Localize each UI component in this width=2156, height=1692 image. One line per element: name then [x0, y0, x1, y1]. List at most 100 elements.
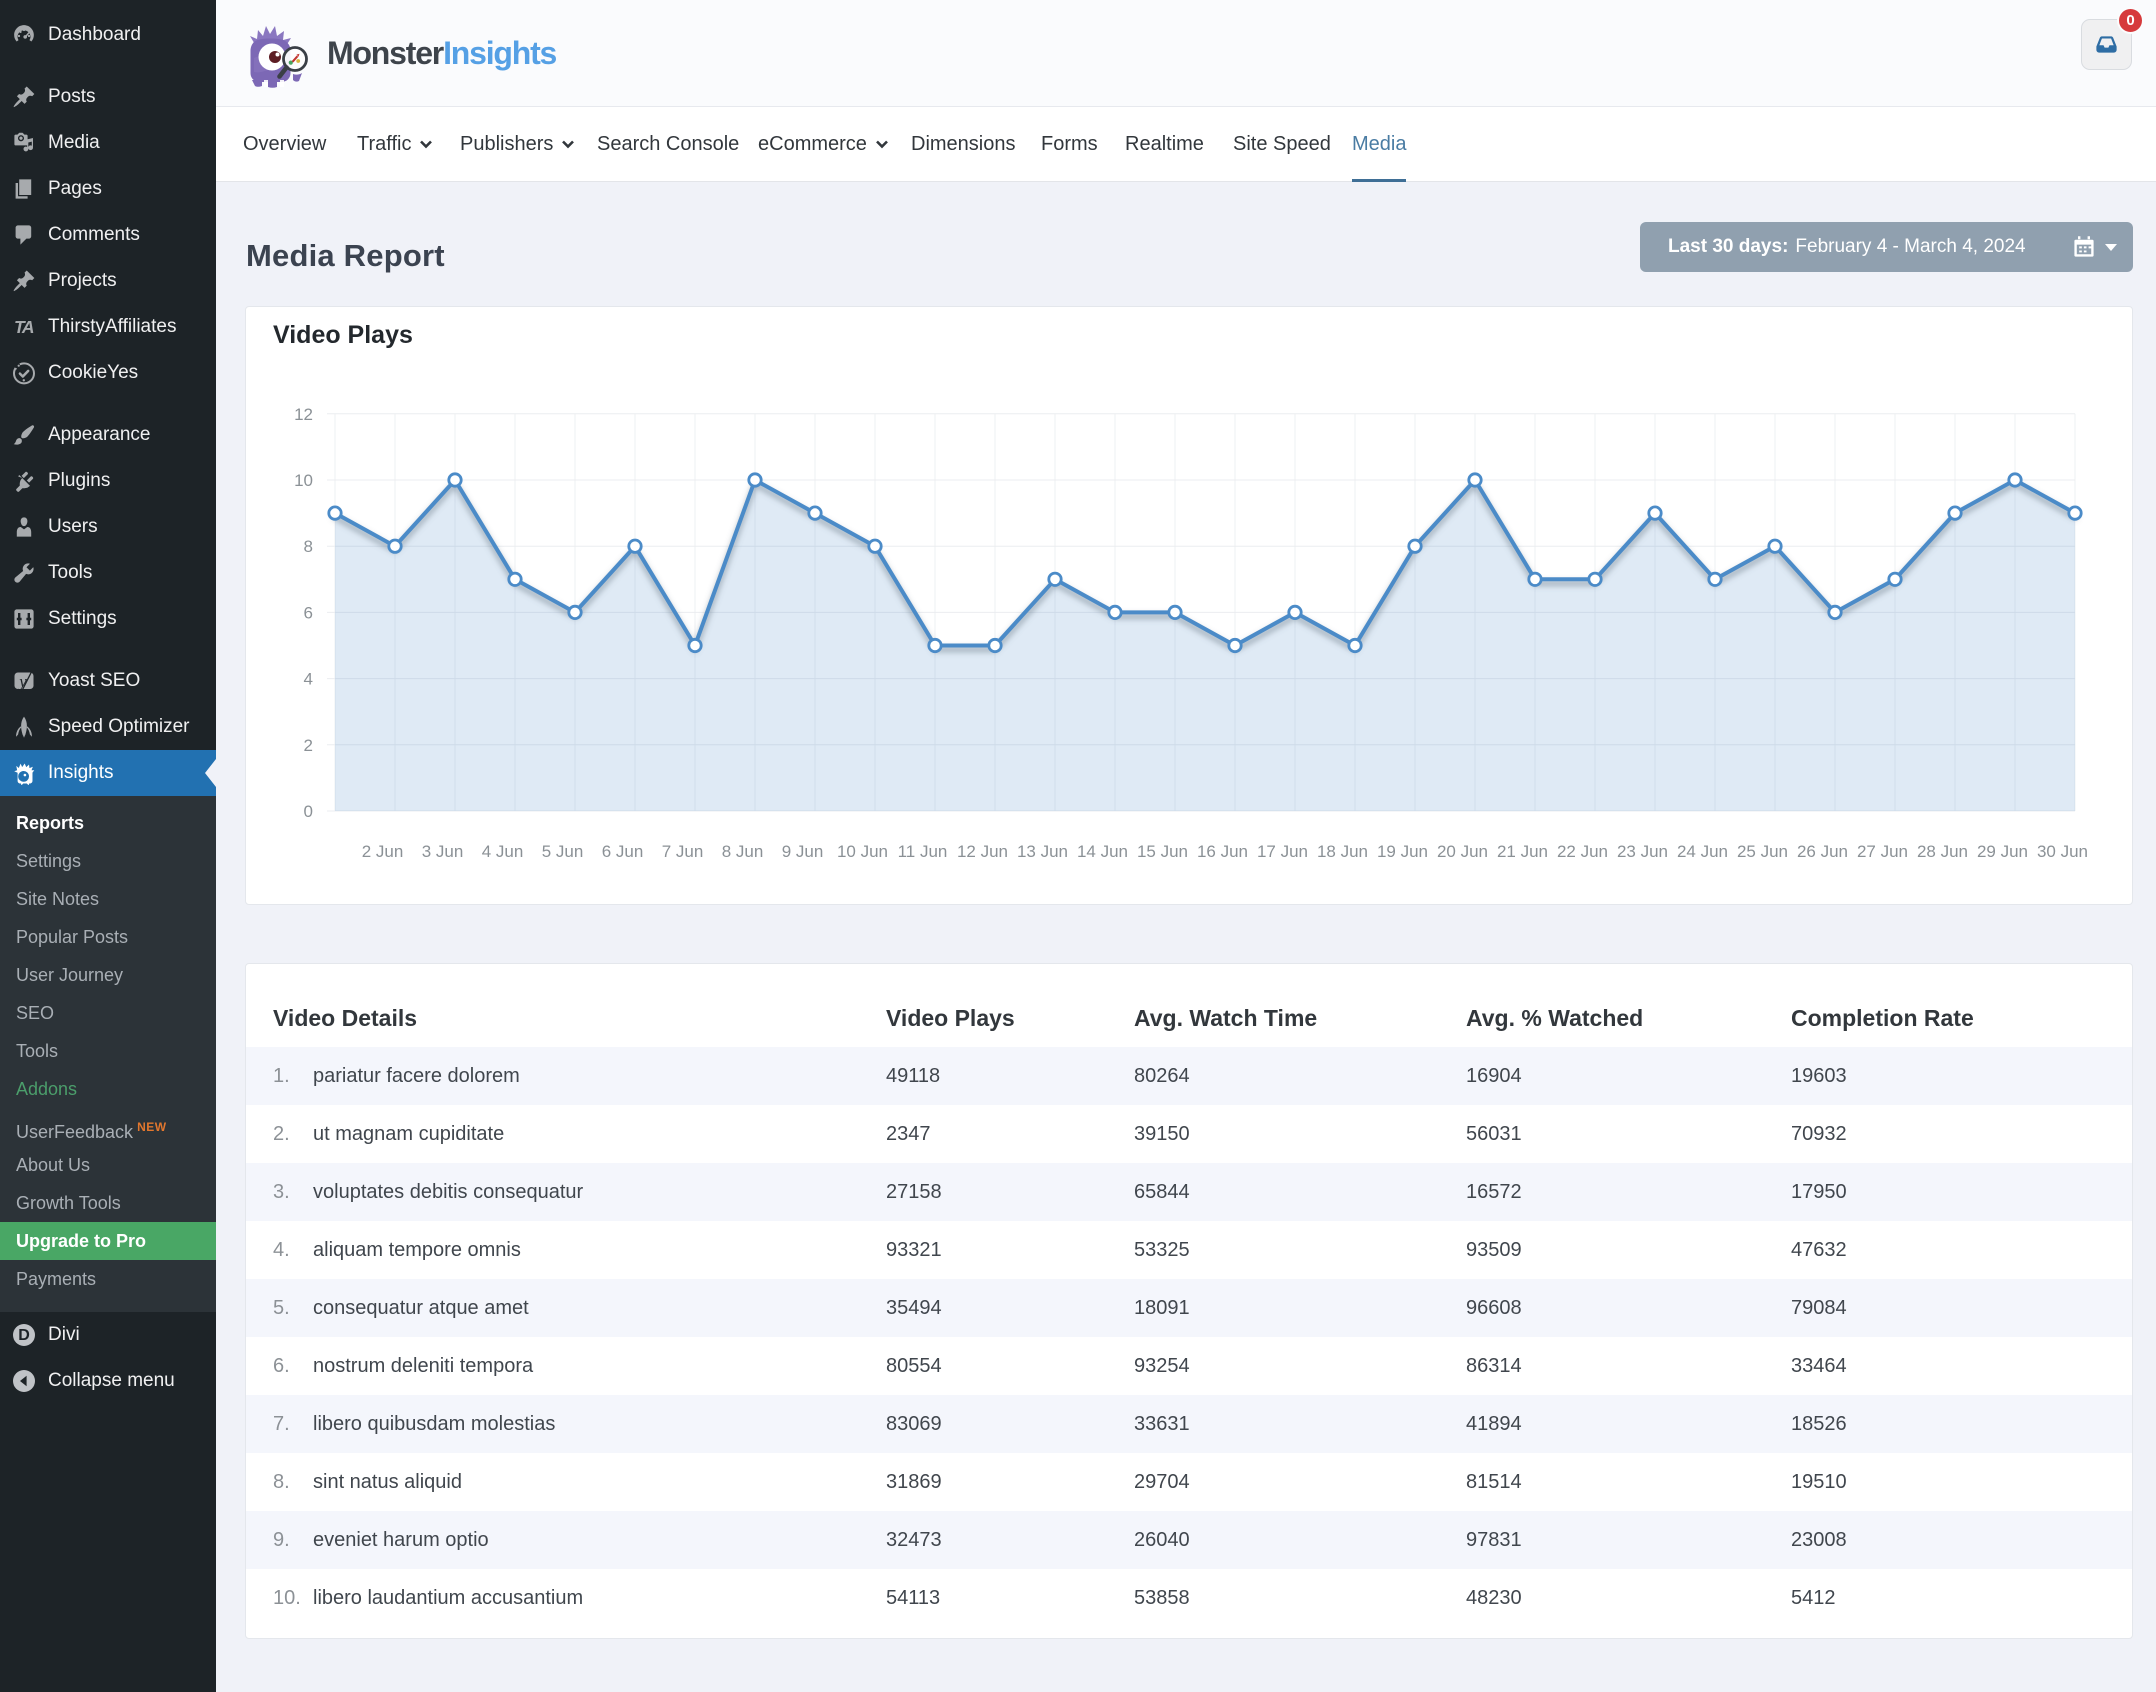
dropdown-caret-icon	[2105, 243, 2117, 251]
sidebar-item-label: Yoast SEO	[48, 670, 141, 691]
row-video-name: ut magnam cupiditate	[313, 1122, 505, 1145]
row-completion-rate: 79084	[1791, 1296, 1847, 1319]
row-rank: 10.	[273, 1586, 301, 1609]
tab-traffic[interactable]: Traffic	[357, 107, 434, 181]
submenu-item-growth-tools[interactable]: Growth Tools	[0, 1184, 216, 1222]
tab-search-console[interactable]: Search Console	[597, 107, 739, 181]
page-title: Media Report	[246, 238, 445, 273]
table-row: 2. ut magnam cupiditate 2347 39150 56031 7093…	[246, 1105, 2132, 1163]
svg-text:28 Jun: 28 Jun	[1917, 842, 1968, 861]
svg-text:26 Jun: 26 Jun	[1797, 842, 1848, 861]
submenu-item-user-journey[interactable]: User Journey	[0, 956, 216, 994]
submenu-item-settings[interactable]: Settings	[0, 842, 216, 880]
pushpin-icon	[13, 86, 35, 108]
sidebar-item-collapse-menu[interactable]: Collapse menu	[0, 1358, 216, 1404]
table-row: 9. eveniet harum optio 32473 26040 97831 2300…	[246, 1511, 2132, 1569]
sidebar-item-label: Media	[48, 132, 100, 153]
sidebar-item-label: ThirstyAffiliates	[48, 316, 177, 337]
submenu-item-addons[interactable]: Addons	[0, 1070, 216, 1108]
submenu-item-upgrade-to-pro[interactable]: Upgrade to Pro	[0, 1222, 216, 1260]
row-avg-watch-time: 26040	[1134, 1528, 1190, 1551]
menu-icon-wrap	[12, 177, 36, 201]
sidebar-item-cookieyes[interactable]: CookieYes	[0, 350, 216, 396]
menu-icon-wrap	[12, 23, 36, 47]
tab-site-speed[interactable]: Site Speed	[1233, 107, 1331, 181]
sidebar-item-comments[interactable]: Comments	[0, 212, 216, 258]
svg-text:8 Jun: 8 Jun	[722, 842, 764, 861]
row-rank: 2.	[273, 1122, 290, 1145]
sidebar-item-pages[interactable]: Pages	[0, 166, 216, 212]
sidebar-item-divi[interactable]: D Divi	[0, 1312, 216, 1358]
submenu-item-tools[interactable]: Tools	[0, 1032, 216, 1070]
sidebar-item-insights[interactable]: Insights	[0, 750, 216, 796]
row-completion-rate: 17950	[1791, 1180, 1847, 1203]
menu-icon-wrap	[12, 761, 36, 785]
tab-publishers[interactable]: Publishers	[460, 107, 576, 181]
svg-text:6 Jun: 6 Jun	[602, 842, 644, 861]
tab-dimensions[interactable]: Dimensions	[911, 107, 1015, 181]
sidebar-item-plugins[interactable]: Plugins	[0, 458, 216, 504]
sidebar-item-yoast-seo[interactable]: y Yoast SEO	[0, 658, 216, 704]
sidebar-item-label: Posts	[48, 86, 96, 107]
row-video-name: libero quibusdam molestias	[313, 1412, 556, 1435]
menu-icon-wrap	[12, 469, 36, 493]
menu-icon-wrap	[12, 561, 36, 585]
calendar-icon	[2074, 236, 2094, 257]
insights-submenu-list: Reports Settings Site Notes Popular Posts Us…	[0, 796, 216, 1312]
sidebar-item-appearance[interactable]: Appearance	[0, 412, 216, 458]
row-rank: 9.	[273, 1528, 290, 1551]
submenu-item-userfeedback[interactable]: UserFeedback NEW	[0, 1108, 216, 1146]
submenu-item-reports[interactable]: Reports	[0, 804, 216, 842]
sidebar-item-users[interactable]: Users	[0, 504, 216, 550]
submenu-item-payments[interactable]: Payments	[0, 1260, 216, 1298]
submenu-item-popular-posts[interactable]: Popular Posts	[0, 918, 216, 956]
tab-media[interactable]: Media	[1352, 107, 1407, 182]
svg-text:2: 2	[304, 736, 313, 755]
tab-overview[interactable]: Overview	[243, 107, 326, 181]
svg-text:TA: TA	[14, 317, 34, 337]
sidebar-item-thirstyaffiliates[interactable]: TA ThirstyAffiliates	[0, 304, 216, 350]
table-row: 6. nostrum deleniti tempora 80554 93254 8631…	[246, 1337, 2132, 1395]
yoast-icon: y	[14, 670, 34, 692]
row-avg-watch-time: 29704	[1134, 1470, 1190, 1493]
svg-text:14 Jun: 14 Jun	[1077, 842, 1128, 861]
svg-text:8: 8	[304, 537, 313, 556]
chevron-down-icon	[876, 140, 888, 149]
row-video-plays: 31869	[886, 1470, 942, 1493]
sidebar-item-dashboard[interactable]: Dashboard	[0, 12, 216, 58]
video-plays-line-chart: 0 2 4 6 8 10 12 2 Jun 3 Jun 4 Jun 5 Jun 6 Jun 7 Jun 8…	[294, 405, 2088, 861]
monsterinsights-logo: MonsterInsights	[242, 18, 557, 88]
tab-forms[interactable]: Forms	[1041, 107, 1098, 181]
row-rank: 4.	[273, 1238, 290, 1261]
tab-realtime[interactable]: Realtime	[1125, 107, 1204, 181]
svg-text:21 Jun: 21 Jun	[1497, 842, 1548, 861]
svg-text:27 Jun: 27 Jun	[1857, 842, 1908, 861]
menu-icon-wrap: TA	[12, 315, 36, 339]
row-avg-pct-watched: 16572	[1466, 1180, 1522, 1203]
video-plays-card: Video Plays 0 2 4 6 8 10 12 2 Jun 3 Jun 4 Jun 5 Ju…	[245, 306, 2133, 905]
svg-text:10 Jun: 10 Jun	[837, 842, 888, 861]
svg-text:22 Jun: 22 Jun	[1557, 842, 1608, 861]
tab-ecommerce[interactable]: eCommerce	[758, 107, 890, 181]
menu-icon-wrap: D	[12, 1323, 36, 1347]
sidebar-item-label: Plugins	[48, 470, 111, 491]
row-avg-watch-time: 53858	[1134, 1586, 1190, 1609]
tab-label: Search Console	[597, 132, 740, 155]
sidebar-item-speed-optimizer[interactable]: Speed Optimizer	[0, 704, 216, 750]
row-video-plays: 49118	[886, 1064, 941, 1087]
menu-icon-wrap: y	[12, 669, 36, 693]
row-avg-watch-time: 39150	[1134, 1122, 1190, 1145]
sidebar-item-posts[interactable]: Posts	[0, 74, 216, 120]
new-badge: NEW	[137, 1120, 167, 1134]
submenu-item-seo[interactable]: SEO	[0, 994, 216, 1032]
row-video-plays: 83069	[886, 1412, 942, 1435]
sidebar-item-projects[interactable]: Projects	[0, 258, 216, 304]
date-range-button[interactable]: Last 30 days: February 4 - March 4, 2024	[1640, 222, 2133, 272]
sidebar-item-media[interactable]: Media	[0, 120, 216, 166]
sidebar-item-tools[interactable]: Tools	[0, 550, 216, 596]
row-completion-rate: 19510	[1791, 1470, 1847, 1493]
row-avg-pct-watched: 56031	[1466, 1122, 1522, 1145]
submenu-item-about-us[interactable]: About Us	[0, 1146, 216, 1184]
submenu-item-site-notes[interactable]: Site Notes	[0, 880, 216, 918]
sidebar-item-settings[interactable]: Settings	[0, 596, 216, 642]
